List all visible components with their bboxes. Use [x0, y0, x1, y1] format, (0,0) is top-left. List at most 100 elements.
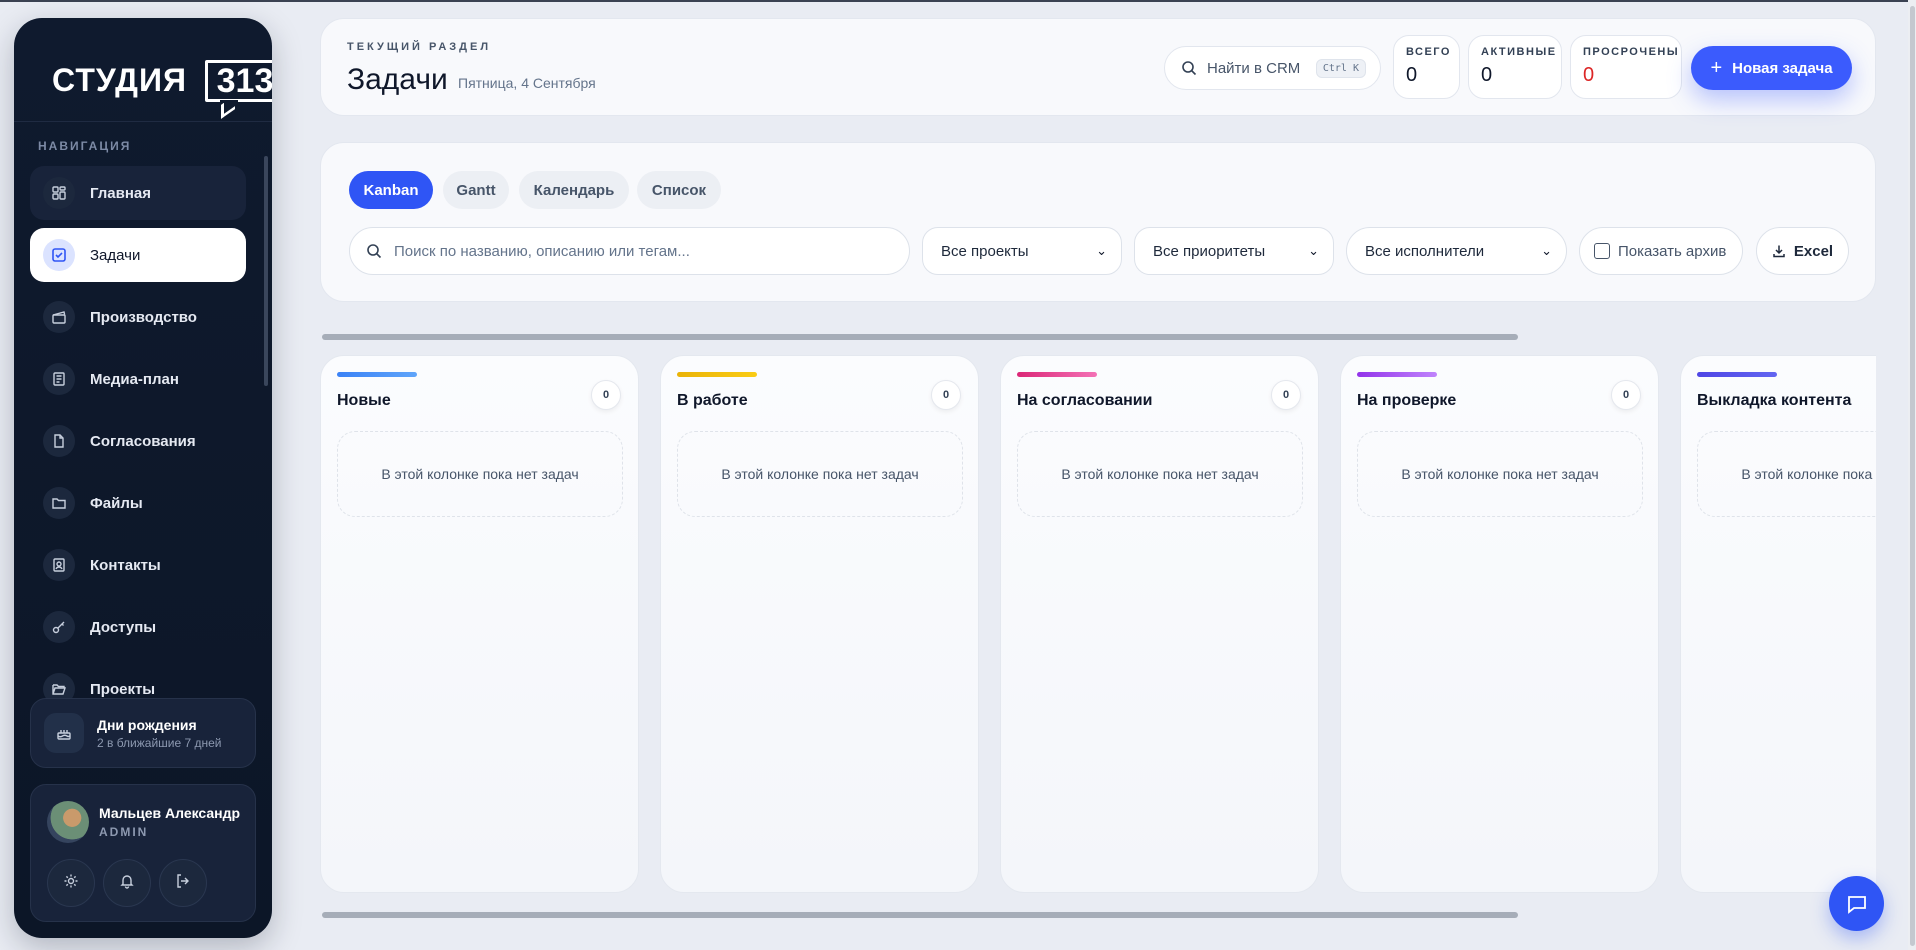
chevron-down-icon: ⌄	[1096, 243, 1107, 258]
sidebar-item-tasks[interactable]: Задачи	[30, 228, 246, 282]
sidebar-item-label: Производство	[90, 308, 197, 326]
chat-icon	[1845, 892, 1869, 916]
sidebar-item-label: Главная	[90, 184, 152, 202]
column-count: 0	[1611, 380, 1641, 410]
sidebar-item-label: Файлы	[90, 494, 143, 512]
nav-section-title: НАВИГАЦИЯ	[38, 139, 132, 153]
file-icon	[43, 425, 75, 457]
logo-number: 313	[205, 60, 272, 102]
bell-icon	[119, 873, 135, 894]
priorities-select-value: Все приоритеты	[1153, 242, 1266, 260]
search-icon	[1181, 60, 1197, 76]
column-count: 0	[591, 380, 621, 410]
document-list-icon	[43, 363, 75, 395]
birthdays-widget[interactable]: Дни рождения 2 в ближайшие 7 дней	[30, 698, 256, 768]
tab-list[interactable]: Список	[637, 171, 721, 209]
column-color-bar	[677, 372, 757, 377]
sidebar-item-label: Согласования	[90, 432, 196, 450]
column-empty-state: В этой колонке пока нет задач	[1697, 431, 1876, 517]
cake-icon	[44, 713, 84, 753]
kanban-column: Новые 0 В этой колонке пока нет задач	[320, 355, 639, 893]
sidebar-item-files[interactable]: Файлы	[30, 476, 246, 530]
stat-label: ПРОСРОЧЕНЫ	[1583, 46, 1680, 58]
stat-value: 0	[1481, 64, 1493, 86]
column-empty-state: В этой колонке пока нет задач	[677, 431, 963, 517]
chevron-down-icon: ⌄	[1308, 243, 1319, 258]
stat-label: ВСЕГО	[1406, 46, 1451, 58]
column-color-bar	[1697, 372, 1777, 377]
filters-panel: Kanban Gantt Календарь Список Поиск по н…	[320, 142, 1876, 302]
new-task-button[interactable]: + Новая задача	[1691, 46, 1852, 90]
key-icon	[43, 611, 75, 643]
studio-logo[interactable]: СТУДИЯ 313	[38, 40, 272, 120]
sun-icon	[63, 873, 79, 894]
column-color-bar	[1357, 372, 1437, 377]
sidebar-scrollbar[interactable]	[264, 156, 268, 386]
sidebar: СТУДИЯ 313 НАВИГАЦИЯ Главная Задачи Прои…	[14, 18, 272, 938]
task-search-input[interactable]: Поиск по названию, описанию или тегам...	[349, 227, 910, 275]
logo-text: СТУДИЯ	[52, 62, 187, 98]
tab-calendar[interactable]: Календарь	[519, 171, 629, 209]
theme-toggle-button[interactable]	[47, 859, 95, 907]
sidebar-item-label: Медиа-план	[90, 370, 179, 388]
stat-value: 0	[1406, 64, 1418, 86]
column-title: В работе	[677, 392, 748, 409]
user-role: ADMIN	[99, 825, 149, 839]
sidebar-item-access[interactable]: Доступы	[30, 600, 246, 654]
sidebar-item-contacts[interactable]: Контакты	[30, 538, 246, 592]
window-top-border	[0, 0, 1916, 2]
sidebar-divider	[14, 121, 272, 122]
export-label: Excel	[1793, 242, 1834, 260]
sidebar-item-label: Задачи	[90, 246, 141, 264]
archive-label: Показать архив	[1618, 242, 1727, 260]
contact-card-icon	[43, 549, 75, 581]
stat-label: АКТИВНЫЕ	[1481, 46, 1557, 58]
sidebar-item-approvals[interactable]: Согласования	[30, 414, 246, 468]
board-scrollbar-bottom[interactable]	[322, 912, 1518, 918]
column-count: 0	[1271, 380, 1301, 410]
page-date: Пятница, 4 Сентября	[458, 75, 596, 91]
chat-button[interactable]	[1829, 876, 1884, 931]
birthdays-title: Дни рождения	[97, 716, 197, 733]
download-icon	[1772, 244, 1786, 258]
sidebar-item-label: Контакты	[90, 556, 161, 574]
shortcut-hint: Ctrl K	[1315, 58, 1366, 78]
kanban-column: На согласовании 0 В этой колонке пока не…	[1000, 355, 1319, 893]
column-empty-state: В этой колонке пока нет задач	[1017, 431, 1303, 517]
crm-search-placeholder: Найти в CRM	[1207, 59, 1301, 77]
page-scrollbar[interactable]	[1910, 6, 1915, 946]
task-search-placeholder: Поиск по названию, описанию или тегам...	[394, 242, 690, 260]
new-task-label: Новая задача	[1732, 59, 1833, 77]
clapperboard-icon	[43, 301, 75, 333]
sidebar-item-home[interactable]: Главная	[30, 166, 246, 220]
kanban-column: На проверке 0 В этой колонке пока нет за…	[1340, 355, 1659, 893]
column-empty-state: В этой колонке пока нет задач	[337, 431, 623, 517]
sidebar-item-production[interactable]: Производство	[30, 290, 246, 344]
tab-gantt[interactable]: Gantt	[443, 171, 509, 209]
archive-checkbox[interactable]	[1594, 243, 1610, 259]
sidebar-item-media-plan[interactable]: Медиа-план	[30, 352, 246, 406]
stat-total: ВСЕГО 0	[1393, 35, 1460, 99]
search-icon	[366, 243, 382, 259]
projects-select-value: Все проекты	[941, 242, 1029, 260]
crm-search[interactable]: Найти в CRM Ctrl K	[1164, 46, 1381, 90]
grid-icon	[43, 177, 75, 209]
plus-icon: +	[1710, 56, 1723, 79]
priorities-select[interactable]: Все приоритеты ⌄	[1134, 227, 1334, 275]
export-excel-button[interactable]: Excel	[1756, 227, 1849, 275]
chevron-down-icon: ⌄	[1541, 243, 1552, 258]
kanban-board: Новые 0 В этой колонке пока нет задач В …	[320, 355, 1876, 915]
assignees-select[interactable]: Все исполнители ⌄	[1346, 227, 1567, 275]
show-archive-toggle[interactable]: Показать архив	[1579, 227, 1743, 275]
tab-kanban[interactable]: Kanban	[349, 171, 433, 209]
board-scrollbar-top[interactable]	[322, 334, 1518, 340]
column-title: Новые	[337, 392, 391, 409]
projects-select[interactable]: Все проекты ⌄	[922, 227, 1122, 275]
assignees-select-value: Все исполнители	[1365, 242, 1485, 260]
column-title: На проверке	[1357, 392, 1457, 409]
sidebar-item-label: Доступы	[90, 618, 157, 636]
logout-button[interactable]	[159, 859, 207, 907]
logout-icon	[175, 873, 191, 894]
notifications-button[interactable]	[103, 859, 151, 907]
avatar[interactable]	[47, 801, 89, 843]
